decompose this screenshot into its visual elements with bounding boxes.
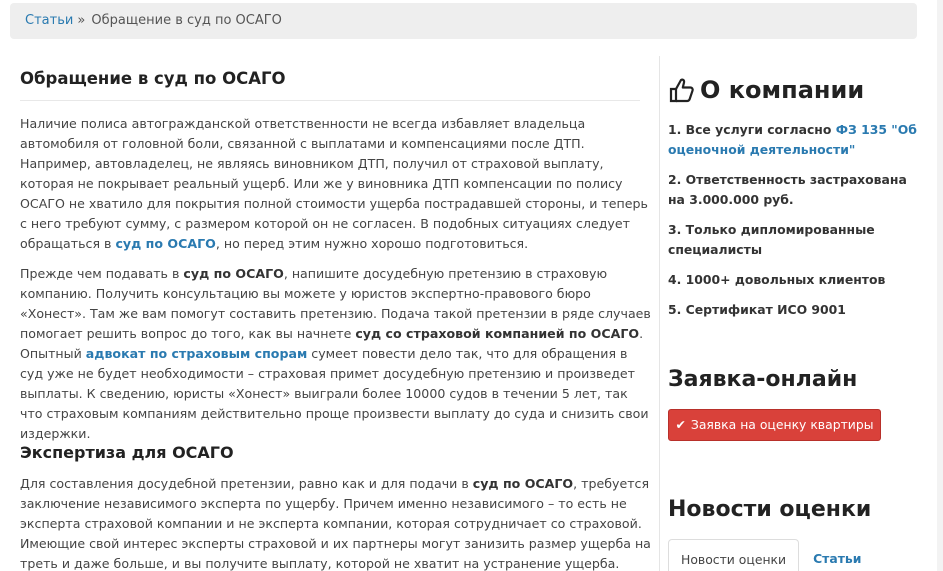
check-icon: ✔: [675, 417, 686, 432]
sidebar: О компании 1. Все услуги согласно ФЗ 135…: [668, 56, 938, 571]
about-heading: О компании: [668, 74, 864, 106]
breadcrumb-link-articles[interactable]: Статьи: [25, 13, 73, 28]
about-item: 1. Все услуги согласно ФЗ 135 "Об оценоч…: [668, 120, 918, 160]
breadcrumb-current: Обращение в суд по ОСАГО: [91, 13, 282, 28]
breadcrumb-separator: »: [77, 13, 86, 28]
paragraph-text: , но перед этим нужно хорошо подготовить…: [215, 236, 529, 251]
tab-news[interactable]: Новости оценки: [668, 539, 800, 571]
about-item: 4. 1000+ довольных клиентов: [668, 272, 886, 287]
tab-articles[interactable]: Статьи: [799, 539, 873, 571]
link-court-osago[interactable]: суд по ОСАГО: [115, 236, 215, 251]
thumbs-up-icon: [668, 76, 696, 104]
news-heading: Новости оценки: [668, 497, 872, 522]
section-heading-expertise: Экспертиза для ОСАГО: [20, 443, 234, 462]
paragraph-text: Для составления досудебной претензии, ра…: [20, 476, 473, 491]
title-divider: [20, 100, 640, 101]
bold-text: суд по ОСАГО: [183, 266, 284, 281]
bold-text: суд со страховой компанией по ОСАГО: [355, 326, 640, 341]
about-item: 2. Ответственность застрахована на 3.000…: [668, 172, 907, 207]
article-paragraph-1: Наличие полиса автогражданской ответстве…: [20, 114, 652, 254]
link-insurance-lawyer[interactable]: адвокат по страховым спорам: [86, 346, 307, 361]
apartment-appraisal-request-button[interactable]: ✔ Заявка на оценку квартиры: [668, 409, 881, 441]
scrollbar[interactable]: [937, 0, 943, 571]
article-paragraph-2: Прежде чем подавать в суд по ОСАГО, напи…: [20, 264, 652, 444]
bold-text: суд по ОСАГО: [472, 476, 574, 491]
article-content: Обращение в суд по ОСАГО Наличие полиса …: [10, 56, 660, 571]
about-item-text: 1. Все услуги согласно: [668, 122, 836, 137]
about-list: 1. Все услуги согласно ФЗ 135 "Об оценоч…: [668, 120, 918, 330]
request-button-label: Заявка на оценку квартиры: [690, 417, 874, 432]
about-item: 3. Только дипломированные специалисты: [668, 222, 875, 257]
article-paragraph-3: Для составления досудебной претензии, ра…: [20, 474, 652, 571]
paragraph-text: Наличие полиса автогражданской ответстве…: [20, 116, 648, 251]
paragraph-text: Прежде чем подавать в: [20, 266, 184, 281]
request-heading: Заявка-онлайн: [668, 367, 858, 392]
news-tabs: Новости оценки Статьи: [668, 539, 873, 571]
about-title: О компании: [700, 76, 865, 104]
article-title: Обращение в суд по ОСАГО: [20, 69, 286, 88]
breadcrumb: Статьи » Обращение в суд по ОСАГО: [10, 3, 917, 39]
about-item: 5. Сертификат ИСО 9001: [668, 302, 846, 317]
